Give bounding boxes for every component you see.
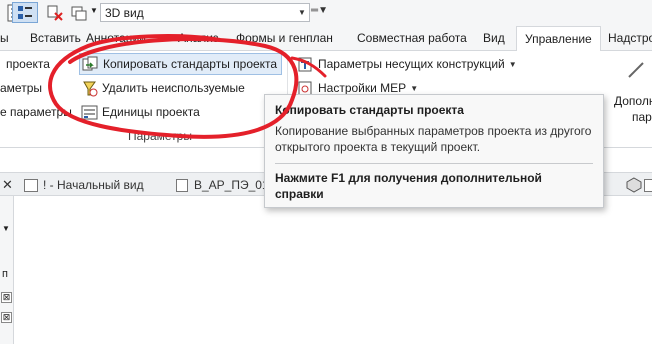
tooltip-divider xyxy=(275,163,593,164)
tab-massing-site[interactable]: Формы и генплан xyxy=(236,26,333,51)
sheet-icon xyxy=(176,178,188,192)
tab-addins[interactable]: Надстро xyxy=(608,26,652,51)
purge-unused-button[interactable]: Удалить неиспользуемые xyxy=(81,78,245,98)
ribbon-item-label: проекта xyxy=(6,57,50,71)
view-tab-start[interactable]: ! - Начальный вид xyxy=(24,176,144,194)
project-units-label: Единицы проекта xyxy=(102,105,200,119)
purge-unused-icon xyxy=(81,80,98,97)
additional-settings-icon xyxy=(627,61,645,79)
customize-toolbar-icon[interactable]: ═▼ xyxy=(311,5,328,16)
tab-view[interactable]: Вид xyxy=(483,26,505,51)
chevron-down-icon: ▼ xyxy=(410,83,419,93)
panel-title-settings: Параметры xyxy=(128,129,192,143)
additional-settings-label-1: Дополн xyxy=(614,94,652,108)
project-units-icon xyxy=(81,104,98,121)
structural-settings-button[interactable]: Параметры несущих конструкций ▼ xyxy=(297,54,517,74)
tooltip: Копировать стандарты проекта Копирование… xyxy=(264,94,604,208)
tooltip-title: Копировать стандарты проекта xyxy=(275,103,464,117)
3d-view-icon[interactable] xyxy=(626,176,642,194)
tab-partial[interactable]: ы xyxy=(0,26,9,51)
close-hidden-icon[interactable] xyxy=(44,2,66,23)
additional-settings-label-2: пара xyxy=(632,110,652,124)
switch-windows-icon[interactable] xyxy=(68,2,90,23)
additional-settings-button-line2[interactable]: пара xyxy=(632,107,652,127)
view-tab-start-label: ! - Начальный вид xyxy=(43,178,144,192)
tab-analyze[interactable]: Анализ xyxy=(178,26,219,51)
mep-settings-label: Настройки MEP xyxy=(318,81,407,95)
ribbon-item-label: аметры xyxy=(0,81,42,95)
chevron-down-icon: ▼ xyxy=(298,8,306,17)
project-units-button[interactable]: Единицы проекта xyxy=(81,102,200,122)
start-view-icon xyxy=(24,178,38,192)
expand-icon[interactable]: ⊠ xyxy=(1,312,12,323)
tab-insert[interactable]: Вставить xyxy=(30,26,81,51)
chevron-down-icon[interactable]: ▼ xyxy=(90,6,98,15)
view-tab-drawing[interactable]: В_АР_ПЭ_01 xyxy=(176,176,269,194)
tab-annotate[interactable]: Аннотации xyxy=(86,26,146,51)
transfer-standards-icon xyxy=(82,56,99,73)
view-select[interactable]: 3D вид ▼ xyxy=(100,3,310,22)
ribbon-item-shared-params[interactable]: е параметры xyxy=(0,102,72,122)
tooltip-description: Копирование выбранных параметров проекта… xyxy=(275,124,592,154)
transfer-standards-label: Копировать стандарты проекта xyxy=(103,57,278,71)
view-tab-overflow[interactable] xyxy=(644,176,652,194)
view-select-value: 3D вид xyxy=(105,5,144,20)
quick-access-toolbar: ▼ 3D вид ▼ ═▼ xyxy=(0,0,652,26)
tab-collaborate[interactable]: Совместная работа xyxy=(357,26,467,51)
view-tab-drawing-label: В_АР_ПЭ_01 xyxy=(194,178,269,192)
chevron-down-icon: ▼ xyxy=(508,59,517,69)
ribbon-item-parameters[interactable]: аметры xyxy=(0,78,42,98)
ribbon-item-label: е параметры xyxy=(0,105,72,119)
structural-settings-icon xyxy=(297,56,314,73)
purge-unused-label: Удалить неиспользуемые xyxy=(102,81,245,95)
strip-label: п xyxy=(2,268,8,280)
transfer-project-standards-button[interactable]: Копировать стандарты проекта xyxy=(79,53,283,75)
expand-icon[interactable]: ⊠ xyxy=(1,292,12,303)
tab-manage[interactable]: Управление xyxy=(516,26,601,52)
close-icon[interactable]: ✕ xyxy=(2,176,13,194)
ribbon-item-project-info[interactable]: проекта xyxy=(0,54,50,74)
tile-views-icon[interactable] xyxy=(12,2,38,23)
chevron-down-icon[interactable]: ▼ xyxy=(2,224,10,233)
tooltip-help: Нажмите F1 для получения дополнительной … xyxy=(275,171,542,201)
properties-strip: ▼ п ⊠ ⊠ xyxy=(0,196,14,344)
ribbon-tabs: ы Вставить Аннотации Анализ Формы и генп… xyxy=(0,26,652,52)
structural-settings-label: Параметры несущих конструкций xyxy=(318,57,505,71)
